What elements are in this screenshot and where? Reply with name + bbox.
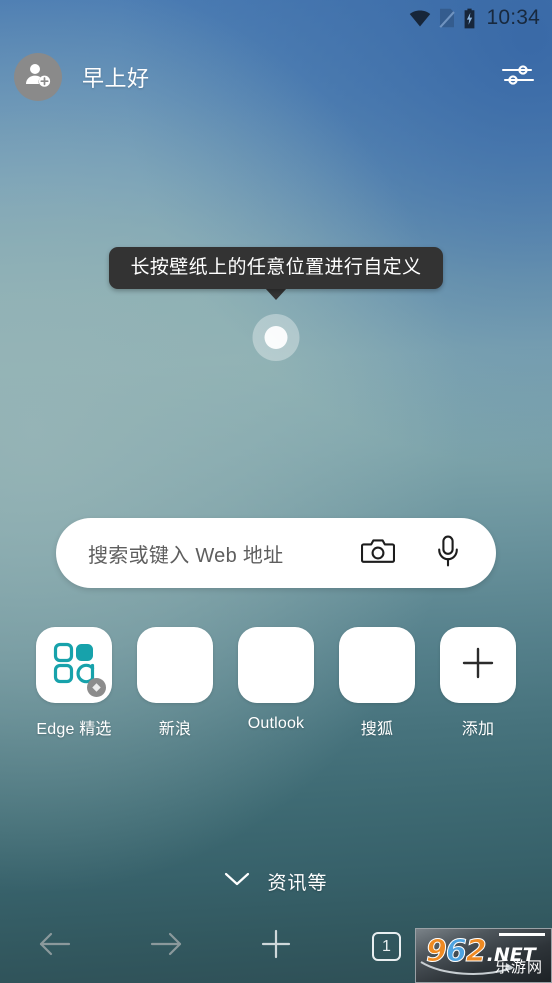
diamond-badge-icon — [87, 678, 106, 697]
feed-toggle[interactable]: 资讯等 — [0, 868, 552, 895]
tile-icon-box[interactable] — [440, 627, 516, 703]
tile-icon-box[interactable] — [339, 627, 415, 703]
shortcut-tiles: Edge 精选 新浪 Outlook 搜狐 添加 — [33, 627, 519, 739]
new-tab-button[interactable] — [221, 910, 331, 983]
site-watermark: 9 6 2 .NET 乐游网 — [415, 928, 552, 983]
shortcut-tile-sina[interactable]: 新浪 — [134, 627, 216, 739]
tile-icon-box[interactable] — [238, 627, 314, 703]
plus-icon — [259, 927, 293, 966]
tile-label: 搜狐 — [360, 721, 394, 738]
tune-icon — [501, 62, 535, 93]
tile-icon-box[interactable] — [36, 627, 112, 703]
arrow-left-icon — [38, 930, 72, 963]
greeting-text: 早上好 — [82, 66, 150, 91]
avatar[interactable] — [14, 53, 62, 101]
camera-icon — [360, 537, 396, 570]
arrow-right-icon — [149, 930, 183, 963]
camera-search-button[interactable] — [356, 531, 400, 575]
shortcut-tile-sohu[interactable]: 搜狐 — [336, 627, 418, 739]
tab-count-badge: 1 — [371, 932, 401, 961]
tile-icon-box[interactable] — [137, 627, 213, 703]
search-input[interactable]: 搜索或键入 Web 地址 — [88, 539, 356, 568]
shortcut-tile-add[interactable]: 添加 — [437, 627, 519, 739]
status-bar-clock: 10:34 — [486, 6, 540, 29]
wifi-icon — [409, 9, 431, 27]
touch-ripple-indicator — [252, 314, 300, 361]
tile-label: 添加 — [461, 721, 495, 738]
tooltip-arrow-icon — [265, 288, 287, 300]
feed-label: 资讯等 — [267, 873, 328, 894]
watermark-chinese-text: 乐游网 — [494, 959, 543, 976]
settings-tune-button[interactable] — [496, 55, 540, 99]
sim-off-icon — [439, 8, 456, 28]
search-bar[interactable]: 搜索或键入 Web 地址 — [56, 518, 496, 588]
tile-label: Outlook — [247, 715, 305, 732]
shortcut-tile-edge-collections[interactable]: Edge 精选 — [33, 627, 115, 739]
tile-label: Edge 精选 — [36, 721, 112, 738]
browser-home-screen: 10:34 早上好 长按壁纸上的任意位置进行自定义 搜索或键入 Web 地址 E… — [0, 0, 552, 983]
wallpaper-tip-tooltip[interactable]: 长按壁纸上的任意位置进行自定义 — [0, 247, 552, 300]
ripple-core — [264, 326, 288, 349]
chevron-down-icon — [224, 871, 250, 892]
person-add-icon — [24, 62, 52, 93]
greeting-row: 早上好 — [14, 51, 540, 103]
voice-search-button[interactable] — [426, 531, 470, 575]
status-bar: 10:34 — [0, 0, 552, 36]
battery-charging-icon — [463, 8, 476, 29]
forward-button[interactable] — [110, 910, 220, 983]
tooltip-body: 长按壁纸上的任意位置进行自定义 — [109, 247, 443, 289]
plus-icon — [460, 645, 496, 686]
shortcut-tile-outlook[interactable]: Outlook — [235, 627, 317, 739]
tile-label: 新浪 — [158, 721, 192, 738]
back-button[interactable] — [0, 910, 110, 983]
microphone-icon — [436, 535, 460, 572]
